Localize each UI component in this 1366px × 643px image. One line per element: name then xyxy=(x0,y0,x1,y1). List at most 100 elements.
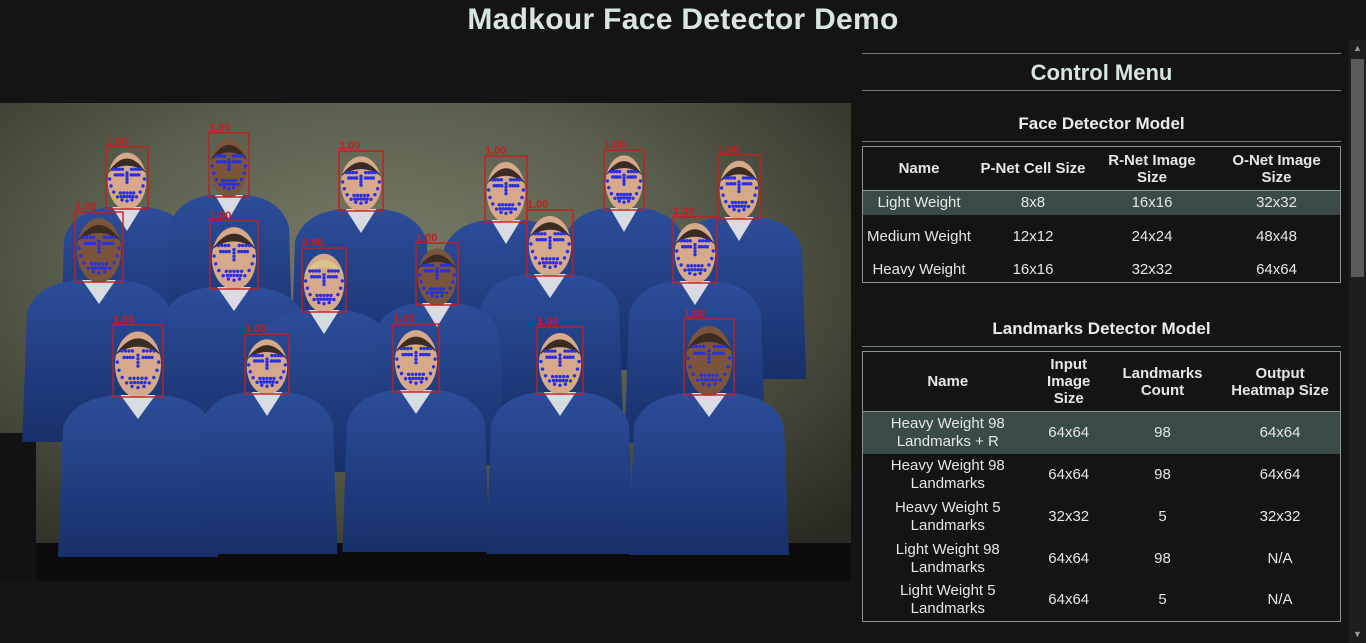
landmark-point xyxy=(125,199,129,203)
landmark-point xyxy=(227,164,231,168)
landmark-point xyxy=(547,379,552,383)
landmark-point xyxy=(214,262,218,266)
landmark-model-row-heavy-98-r[interactable]: Heavy Weight 98 Landmarks + R 64x64 98 6… xyxy=(862,411,1341,454)
landmark-point xyxy=(265,384,269,388)
confidence-label: 1.00 xyxy=(339,140,360,152)
landmark-point xyxy=(627,196,632,200)
landmark-point xyxy=(723,176,728,180)
scroll-down-icon[interactable]: ▼ xyxy=(1349,626,1366,643)
landmark-point xyxy=(322,276,326,280)
landmark-point xyxy=(554,261,559,265)
landmark-point xyxy=(754,186,759,190)
landmark-point xyxy=(504,185,508,189)
scrollbar-thumb[interactable] xyxy=(1351,59,1364,277)
landmark-point xyxy=(445,263,450,267)
landmark-point xyxy=(569,349,574,353)
landmark-point xyxy=(493,178,498,182)
landmark-point xyxy=(414,381,418,385)
detection-result-image: 1.00 1.00 1.00 1.00 1.00 1.00 1.00 1.00 1.00 1.00… xyxy=(0,103,851,581)
landmark-point xyxy=(544,257,548,261)
face-model-row-heavy[interactable]: Heavy Weight 16x16 32x32 64x64 xyxy=(863,259,1341,283)
landmark-point xyxy=(430,263,435,267)
landmark-point xyxy=(737,186,741,190)
input-image-size: 32x32 xyxy=(1048,507,1090,525)
pnet-cell-size: 8x8 xyxy=(975,190,1091,215)
landmark-point xyxy=(734,204,738,208)
landmark-point xyxy=(417,273,422,277)
landmark-point xyxy=(693,246,697,250)
landmark-point xyxy=(548,236,552,240)
landmark-point xyxy=(521,188,526,192)
landmark-model-row-light-5[interactable]: Light Weight 5 Landmarks 64x64 5 N/A xyxy=(863,580,1341,622)
landmark-point xyxy=(128,376,132,380)
landmark-point xyxy=(514,178,519,182)
landmark-point xyxy=(511,203,515,207)
landmark-point xyxy=(314,269,318,273)
landmark-point xyxy=(685,239,689,243)
landmark-point xyxy=(395,357,399,361)
landmark-point xyxy=(716,344,720,349)
landmark-point xyxy=(125,180,129,184)
heatmap-size: N/A xyxy=(1267,591,1293,609)
landmark-point xyxy=(435,270,439,274)
landmark-point xyxy=(97,250,101,254)
landmark-point xyxy=(132,191,136,195)
landmark-point xyxy=(638,179,643,183)
column-header-landmarks-count: Landmarks Count xyxy=(1104,351,1221,412)
landmark-point xyxy=(322,302,326,306)
landmark-point xyxy=(507,203,512,207)
landmark-model-row-heavy-98[interactable]: Heavy Weight 98 Landmarks 64x64 98 64x64 xyxy=(863,454,1341,496)
landmark-point xyxy=(414,350,418,355)
landmark-point xyxy=(703,373,707,377)
landmark-point xyxy=(157,360,161,364)
landmark-point xyxy=(130,349,135,353)
landmark-point xyxy=(366,193,370,198)
landmark-point xyxy=(92,235,96,239)
landmark-point xyxy=(622,179,626,183)
landmark-point xyxy=(251,353,255,358)
landmark-point xyxy=(359,197,363,201)
landmark-point xyxy=(572,374,577,378)
landmark-point xyxy=(747,176,752,180)
landmark-point xyxy=(430,294,434,298)
landmark-point xyxy=(224,249,228,254)
landmark-point xyxy=(690,268,694,272)
landmark-point xyxy=(561,238,565,242)
landmark-point xyxy=(136,360,140,365)
landmark-point xyxy=(132,380,137,385)
landmark-point xyxy=(729,176,734,180)
landmark-point xyxy=(491,202,495,206)
landmark-point xyxy=(322,293,326,298)
landmark-point xyxy=(334,275,338,279)
landmark-point xyxy=(428,371,433,376)
landmark-point xyxy=(228,273,233,278)
landmark-point xyxy=(125,171,129,175)
landmark-point xyxy=(686,356,690,360)
face-model-row-medium[interactable]: Medium Weight 12x12 24x24 48x48 xyxy=(863,215,1341,259)
landmark-point xyxy=(86,241,91,246)
landmark-point xyxy=(686,264,690,268)
landmark-model-row-light-98[interactable]: Light Weight 98 Landmarks 64x64 98 N/A xyxy=(863,538,1341,580)
face-model-row-light[interactable]: Light Weight 8x8 16x16 32x32 xyxy=(862,190,1341,215)
landmark-point xyxy=(504,211,508,216)
landmark-point xyxy=(622,182,626,186)
landmark-point xyxy=(136,385,140,390)
landmark-point xyxy=(351,170,355,175)
landmark-point xyxy=(701,344,706,349)
table-header-row: Name Input Image Size Landmarks Count Ou… xyxy=(862,351,1341,412)
scroll-up-icon[interactable]: ▲ xyxy=(1349,40,1366,57)
landmark-point xyxy=(136,353,140,357)
landmark-point xyxy=(137,173,141,177)
landmark-point xyxy=(81,235,86,239)
landmark-point xyxy=(699,351,703,355)
landmark-point xyxy=(247,268,251,273)
landmark-point xyxy=(742,207,746,212)
landmark-model-row-heavy-5[interactable]: Heavy Weight 5 Landmarks 32x32 5 32x32 xyxy=(863,496,1341,538)
landmark-point xyxy=(615,192,620,197)
landmark-point xyxy=(341,180,345,184)
landmark-point xyxy=(233,178,238,183)
landmark-point xyxy=(732,176,737,180)
page-scrollbar[interactable]: ▲ ▼ xyxy=(1349,40,1366,643)
landmark-point xyxy=(504,182,508,186)
landmark-point xyxy=(308,269,312,273)
